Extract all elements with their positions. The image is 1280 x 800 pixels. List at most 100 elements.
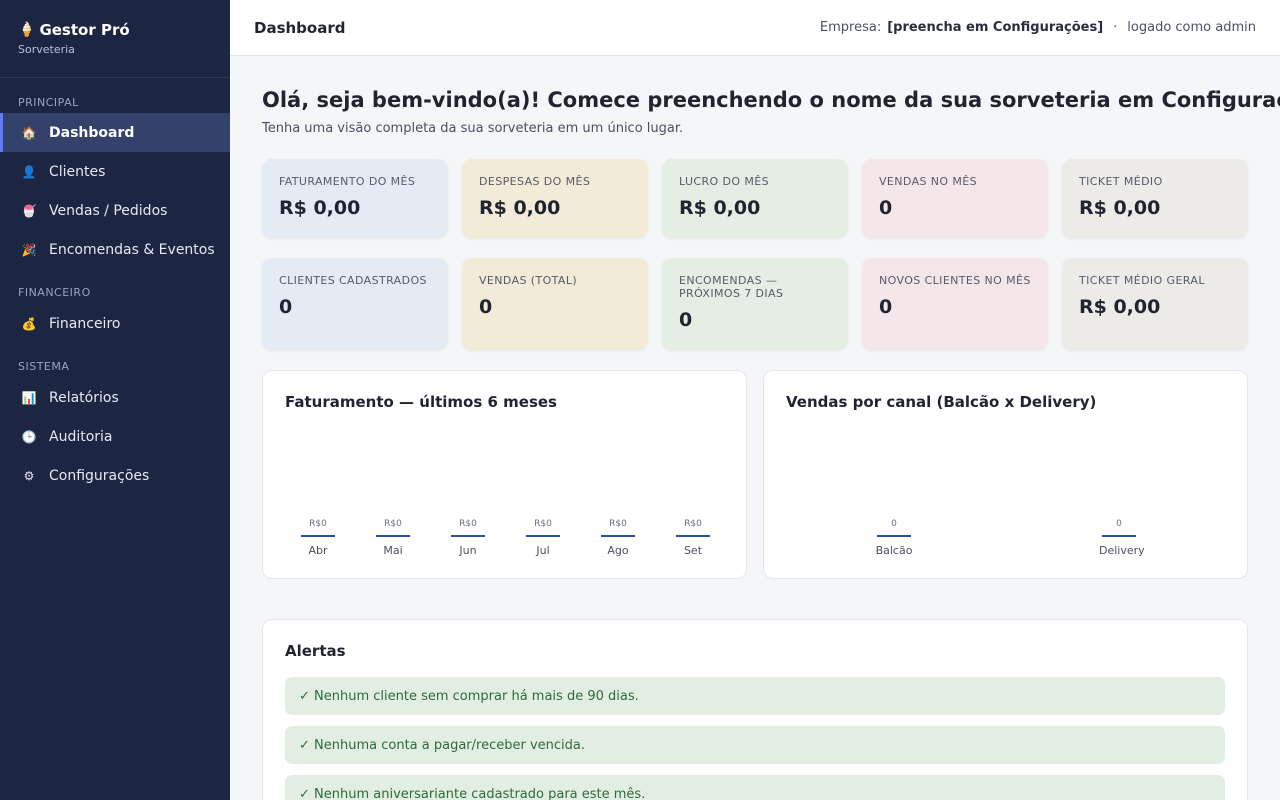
kpi-label: NOVOS CLIENTES NO MÊS [879,274,1031,287]
kpi-value: 0 [479,296,493,318]
chart-bar [601,535,635,537]
alert-item: ✓ Nenhum aniversariante cadastrado para … [285,775,1225,800]
sidebar-item-relatorios[interactable]: 📊 Relatórios [0,378,230,417]
kpi-value: 0 [279,296,293,318]
company-name: [preencha em Configurações] [887,20,1104,35]
chart-value-label: R$0 [609,519,627,529]
main-content: Olá, seja bem-vindo(a)! Comece preenchen… [230,56,1280,800]
kpi-card-ticket-medio-geral: TICKET MÉDIO GERAL R$ 0,00 [1062,258,1248,350]
brand-subtitle: Sorveteria [18,43,75,56]
sidebar-item-encomendas[interactable]: 🎉 Encomendas & Eventos [0,230,230,269]
chart-bar-column: R$0 Jul [523,519,563,557]
welcome-subtitle: Tenha uma visão completa da sua sorveter… [262,121,684,136]
money-bag-icon: 💰 [21,316,37,331]
kpi-card-lucro-mes: LUCRO DO MÊS R$ 0,00 [662,159,848,238]
chart-category-label: Abr [308,544,328,557]
chart-bar [877,535,911,537]
chart-bar-column: R$0 Jun [448,519,488,557]
kpi-label: LUCRO DO MÊS [679,175,769,188]
kpi-card-clientes-cadastrados: CLIENTES CADASTRADOS 0 [262,258,448,350]
chart-category-label: Ago [607,544,629,557]
sidebar-item-vendas[interactable]: 🍧 Vendas / Pedidos [0,191,230,230]
kpi-card-despesas-mes: DESPESAS DO MÊS R$ 0,00 [462,159,648,238]
kpi-card-faturamento-mes: FATURAMENTO DO MÊS R$ 0,00 [262,159,448,238]
kpi-label: VENDAS (TOTAL) [479,274,578,287]
ice-cream-icon: 🍦 [18,22,36,38]
sidebar-item-dashboard[interactable]: 🏠 Dashboard [0,113,230,152]
chart-value-label: R$0 [534,519,552,529]
chart-category-label: Mai [383,544,403,557]
chart-category-label: Delivery [1099,544,1145,557]
company-label: Empresa: [819,20,882,35]
alert-item: ✓ Nenhum cliente sem comprar há mais de … [285,677,1225,715]
kpi-label: TICKET MÉDIO GERAL [1079,274,1205,287]
chart-value-label: 0 [891,519,897,529]
revenue-chart-panel: Faturamento — últimos 6 meses R$0 Abr R$0 M… [262,370,747,579]
chart-bar-column: R$0 Abr [298,519,338,557]
kpi-value: 0 [879,197,893,219]
chart-value-label: R$0 [459,519,477,529]
logged-user: logado como admin [1127,20,1256,35]
kpi-value: R$ 0,00 [1079,197,1161,219]
welcome-title: Olá, seja bem-vindo(a)! Comece preenchen… [262,88,1280,112]
chart-bar-column: R$0 Set [673,519,713,557]
brand-title: 🍦 Gestor Pró [18,21,130,39]
kpi-card-novos-clientes: NOVOS CLIENTES NO MÊS 0 [862,258,1048,350]
chart-bar [301,535,335,537]
chart-bar [376,535,410,537]
kpi-card-ticket-medio: TICKET MÉDIO R$ 0,00 [1062,159,1248,238]
party-icon: 🎉 [21,242,37,257]
nav-section-principal: PRINCIPAL [18,96,79,109]
alerts-title: Alertas [285,642,346,660]
header-separator: · [1113,20,1118,35]
kpi-value: R$ 0,00 [479,197,561,219]
kpi-card-vendas-total: VENDAS (TOTAL) 0 [462,258,648,350]
kpi-label: FATURAMENTO DO MÊS [279,175,416,188]
chart-bar [526,535,560,537]
nav-section-sistema: SISTEMA [18,360,70,373]
alert-item: ✓ Nenhuma conta a pagar/receber vencida. [285,726,1225,764]
kpi-label: DESPESAS DO MÊS [479,175,591,188]
sidebar-item-financeiro[interactable]: 💰 Financeiro [0,304,230,343]
kpi-label: TICKET MÉDIO [1079,175,1163,188]
clock-icon: 🕒 [21,429,37,444]
brand: 🍦 Gestor Pró Sorveteria [0,0,230,78]
chart-category-label: Jun [459,544,477,557]
chart-bar-column: 0 Delivery [1099,519,1145,557]
top-header: Dashboard Empresa: [preencha em Configur… [230,0,1280,56]
nav-section-financeiro: FINANCEIRO [18,286,91,299]
chart-category-label: Jul [536,544,550,557]
chart-category-label: Set [683,544,703,557]
kpi-label: VENDAS NO MÊS [879,175,977,188]
header-info: Empresa: [preencha em Configurações] · l… [820,20,1256,35]
sidebar-item-configuracoes[interactable]: ⚙ Configurações [0,456,230,495]
home-icon: 🏠 [21,125,37,140]
sidebar: 🍦 Gestor Pró Sorveteria PRINCIPAL 🏠 Dash… [0,0,230,800]
chart-bar-column: R$0 Mai [373,519,413,557]
sundae-icon: 🍧 [21,203,37,218]
chart-value-label: R$0 [684,519,702,529]
page-title: Dashboard [254,18,346,37]
kpi-card-encomendas-7-dias: ENCOMENDAS — PRÓXIMOS 7 DIAS 0 [662,258,848,350]
chart-value-label: R$0 [309,519,327,529]
kpi-card-vendas-mes: VENDAS NO MÊS 0 [862,159,1048,238]
kpi-label: CLIENTES CADASTRADOS [279,274,427,287]
channel-chart-title: Vendas por canal (Balcão x Delivery) [786,393,1097,411]
kpi-value: R$ 0,00 [279,197,361,219]
chart-value-label: 0 [1116,519,1122,529]
sidebar-item-auditoria[interactable]: 🕒 Auditoria [0,417,230,456]
channel-chart-panel: Vendas por canal (Balcão x Delivery) 0 Ba… [763,370,1248,579]
chart-bar [451,535,485,537]
chart-icon: 📊 [21,390,37,405]
chart-bar-column: R$0 Ago [598,519,638,557]
user-icon: 👤 [21,164,37,179]
kpi-value: 0 [679,309,693,331]
chart-bar [676,535,710,537]
kpi-label: ENCOMENDAS — PRÓXIMOS 7 DIAS [679,274,784,300]
sidebar-item-clientes[interactable]: 👤 Clientes [0,152,230,191]
gear-icon: ⚙ [23,468,35,483]
alerts-panel: Alertas ✓ Nenhum cliente sem comprar há … [262,619,1248,800]
chart-bar [1102,535,1136,537]
kpi-value: 0 [879,296,893,318]
revenue-chart-title: Faturamento — últimos 6 meses [285,393,557,411]
